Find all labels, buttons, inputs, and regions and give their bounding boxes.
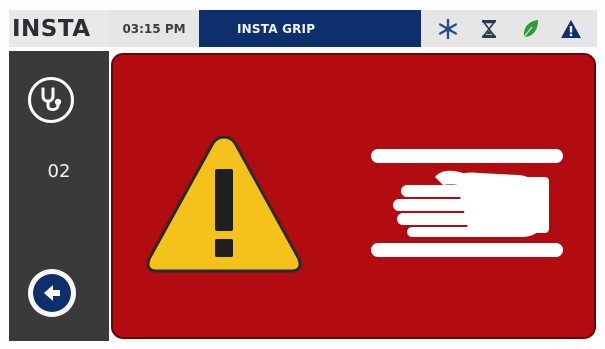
clock: 03:15 PM (109, 10, 199, 47)
warning-triangle-icon (146, 135, 302, 273)
stethoscope-button[interactable] (28, 77, 74, 123)
status-icons (421, 10, 597, 47)
alert-panel (111, 53, 596, 339)
top-bar: INSTA 03:15 PM INSTA GRIP (9, 10, 597, 47)
hand-icon (371, 149, 563, 257)
stethoscope-icon (41, 87, 62, 112)
brand-logo: INSTA (9, 10, 109, 47)
hourglass-icon (477, 17, 501, 41)
sidebar: 02 (9, 51, 109, 341)
arrow-left-icon (44, 285, 60, 301)
warning-icon (559, 17, 583, 41)
back-button[interactable] (28, 269, 76, 317)
screen-title: INSTA GRIP (199, 10, 421, 47)
patient-count: 02 (47, 161, 71, 182)
leaf-icon (518, 17, 542, 41)
screen: INSTA 03:15 PM INSTA GRIP 02 (0, 0, 605, 349)
snowflake-icon (436, 17, 460, 41)
